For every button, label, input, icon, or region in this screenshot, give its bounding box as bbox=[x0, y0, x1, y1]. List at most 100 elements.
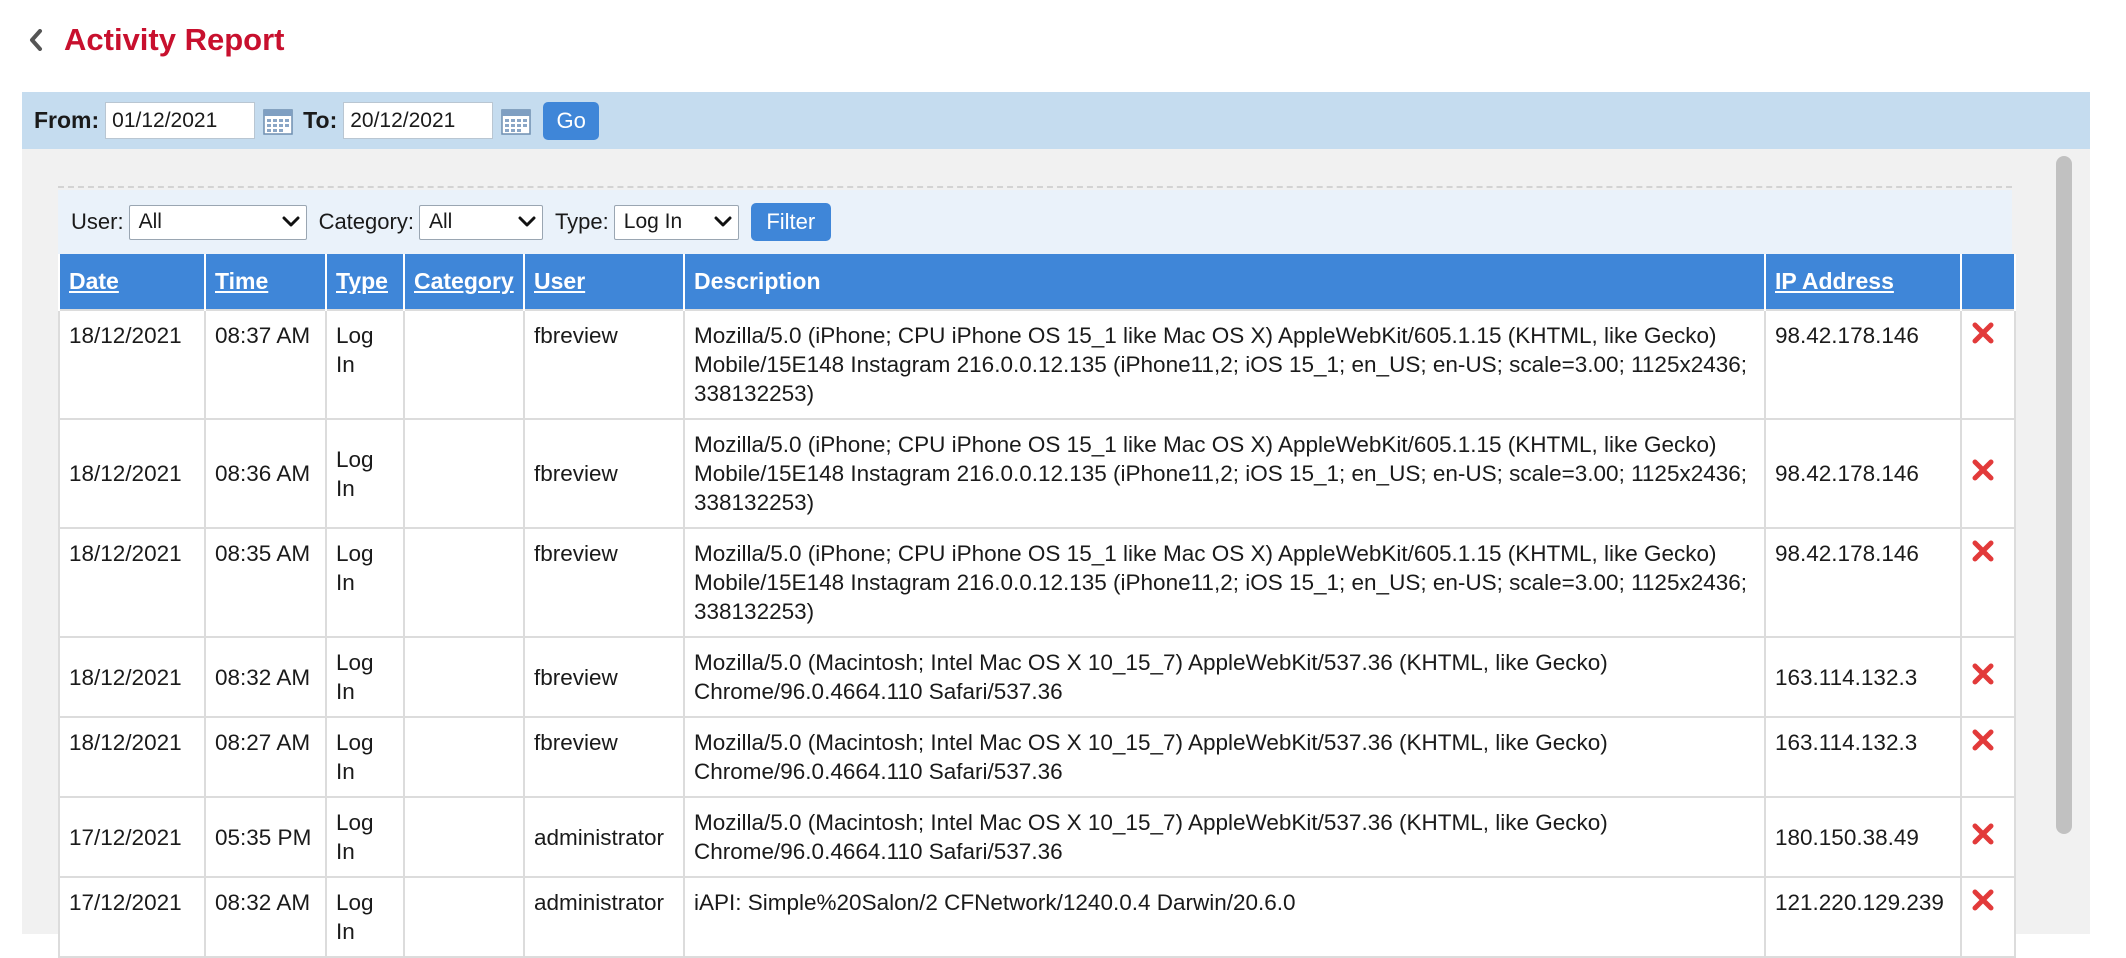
chevron-down-icon bbox=[714, 210, 732, 234]
cell-actions bbox=[1960, 796, 2016, 878]
user-filter-label: User: bbox=[71, 209, 124, 234]
cell-date: 18/12/2021 bbox=[58, 309, 206, 420]
cell-actions bbox=[1960, 876, 2016, 958]
category-filter-label: Category: bbox=[318, 209, 414, 234]
sort-user-link[interactable]: User bbox=[534, 268, 585, 294]
cell-date: 18/12/2021 bbox=[58, 716, 206, 798]
user-select[interactable]: All bbox=[128, 204, 307, 240]
type-filter-label: Type: bbox=[554, 209, 609, 234]
cell-user: fbreview bbox=[523, 716, 685, 798]
delete-x-icon[interactable] bbox=[1971, 888, 1995, 912]
cell-type: Log In bbox=[325, 636, 405, 718]
cell-description: Mozilla/5.0 (Macintosh; Intel Mac OS X 1… bbox=[683, 636, 1766, 718]
delete-x-icon[interactable] bbox=[1971, 321, 1995, 345]
page-header: Activity Report bbox=[28, 18, 284, 62]
table-header-row: Date Time Type Category User Description… bbox=[58, 254, 2016, 310]
category-select[interactable]: All bbox=[418, 204, 543, 240]
cell-date: 18/12/2021 bbox=[58, 527, 206, 638]
cell-user: fbreview bbox=[523, 309, 685, 420]
to-date-input[interactable] bbox=[343, 102, 494, 139]
delete-x-icon[interactable] bbox=[1971, 458, 1995, 482]
cell-time: 08:32 AM bbox=[204, 636, 327, 718]
cell-time: 08:36 AM bbox=[204, 418, 327, 529]
delete-x-icon[interactable] bbox=[1971, 728, 1995, 752]
cell-user: fbreview bbox=[523, 527, 685, 638]
cell-ip: 98.42.178.146 bbox=[1764, 418, 1962, 529]
cell-user: administrator bbox=[523, 796, 685, 878]
cell-ip: 121.220.129.239 bbox=[1764, 876, 1962, 958]
table-row: 18/12/2021 08:27 AM Log In fbreview Mozi… bbox=[58, 716, 2016, 798]
cell-category bbox=[403, 527, 525, 638]
type-select-value: Log In bbox=[623, 210, 683, 233]
cell-description: Mozilla/5.0 (iPhone; CPU iPhone OS 15_1 … bbox=[683, 527, 1766, 638]
from-date-input[interactable] bbox=[105, 102, 256, 139]
cell-user: fbreview bbox=[523, 418, 685, 529]
cell-time: 08:35 AM bbox=[204, 527, 327, 638]
cell-user: fbreview bbox=[523, 636, 685, 718]
filter-bar: User: All Category: All Type: Log In Fil… bbox=[58, 190, 2012, 254]
chevron-left-icon[interactable] bbox=[28, 25, 50, 55]
sort-time-link[interactable]: Time bbox=[215, 268, 268, 294]
cell-description: Mozilla/5.0 (iPhone; CPU iPhone OS 15_1 … bbox=[683, 309, 1766, 420]
filter-button[interactable]: Filter bbox=[750, 203, 831, 241]
column-header-date: Date bbox=[58, 254, 206, 310]
cell-date: 17/12/2021 bbox=[58, 796, 206, 878]
table-row: 17/12/2021 08:32 AM Log In administrator… bbox=[58, 876, 2016, 958]
divider bbox=[58, 186, 2012, 188]
cell-type: Log In bbox=[325, 876, 405, 958]
cell-ip: 163.114.132.3 bbox=[1764, 636, 1962, 718]
cell-time: 08:27 AM bbox=[204, 716, 327, 798]
cell-ip: 98.42.178.146 bbox=[1764, 527, 1962, 638]
activity-table: Date Time Type Category User Description… bbox=[58, 254, 2016, 958]
page-title: Activity Report bbox=[64, 22, 285, 57]
cell-category bbox=[403, 309, 525, 420]
column-header-time: Time bbox=[204, 254, 327, 310]
cell-description: iAPI: Simple%20Salon/2 CFNetwork/1240.0.… bbox=[683, 876, 1766, 958]
column-header-actions bbox=[1960, 254, 2016, 310]
cell-ip: 180.150.38.49 bbox=[1764, 796, 1962, 878]
delete-x-icon[interactable] bbox=[1971, 822, 1995, 846]
column-header-user: User bbox=[523, 254, 685, 310]
table-row: 18/12/2021 08:32 AM Log In fbreview Mozi… bbox=[58, 636, 2016, 718]
cell-type: Log In bbox=[325, 796, 405, 878]
from-label: From: bbox=[34, 107, 100, 133]
calendar-icon[interactable] bbox=[263, 107, 293, 135]
table-row: 18/12/2021 08:35 AM Log In fbreview Mozi… bbox=[58, 527, 2016, 638]
cell-description: Mozilla/5.0 (iPhone; CPU iPhone OS 15_1 … bbox=[683, 418, 1766, 529]
type-select[interactable]: Log In bbox=[613, 204, 739, 240]
calendar-icon[interactable] bbox=[501, 107, 531, 135]
cell-ip: 163.114.132.3 bbox=[1764, 716, 1962, 798]
cell-category bbox=[403, 418, 525, 529]
cell-category bbox=[403, 716, 525, 798]
cell-type: Log In bbox=[325, 716, 405, 798]
delete-x-icon[interactable] bbox=[1971, 662, 1995, 686]
go-button[interactable]: Go bbox=[543, 101, 600, 140]
cell-category bbox=[403, 876, 525, 958]
table-row: 18/12/2021 08:37 AM Log In fbreview Mozi… bbox=[58, 309, 2016, 420]
cell-time: 08:32 AM bbox=[204, 876, 327, 958]
cell-actions bbox=[1960, 636, 2016, 718]
cell-time: 05:35 PM bbox=[204, 796, 327, 878]
sort-type-link[interactable]: Type bbox=[336, 268, 388, 294]
date-range-bar: From: To: Go bbox=[22, 92, 2090, 149]
chevron-down-icon bbox=[518, 210, 536, 234]
cell-actions bbox=[1960, 527, 2016, 638]
chevron-down-icon bbox=[282, 210, 300, 234]
cell-type: Log In bbox=[325, 527, 405, 638]
sort-date-link[interactable]: Date bbox=[69, 268, 119, 294]
to-label: To: bbox=[303, 107, 338, 133]
cell-user: administrator bbox=[523, 876, 685, 958]
cell-description: Mozilla/5.0 (Macintosh; Intel Mac OS X 1… bbox=[683, 716, 1766, 798]
column-header-category: Category bbox=[403, 254, 525, 310]
cell-description: Mozilla/5.0 (Macintosh; Intel Mac OS X 1… bbox=[683, 796, 1766, 878]
sort-category-link[interactable]: Category bbox=[414, 268, 514, 294]
delete-x-icon[interactable] bbox=[1971, 539, 1995, 563]
table-row: 17/12/2021 05:35 PM Log In administrator… bbox=[58, 796, 2016, 878]
cell-date: 18/12/2021 bbox=[58, 418, 206, 529]
cell-actions bbox=[1960, 309, 2016, 420]
table-row: 18/12/2021 08:36 AM Log In fbreview Mozi… bbox=[58, 418, 2016, 529]
sort-ip-link[interactable]: IP Address bbox=[1775, 268, 1894, 294]
cell-type: Log In bbox=[325, 418, 405, 529]
scrollbar-thumb[interactable] bbox=[2056, 156, 2072, 834]
cell-time: 08:37 AM bbox=[204, 309, 327, 420]
